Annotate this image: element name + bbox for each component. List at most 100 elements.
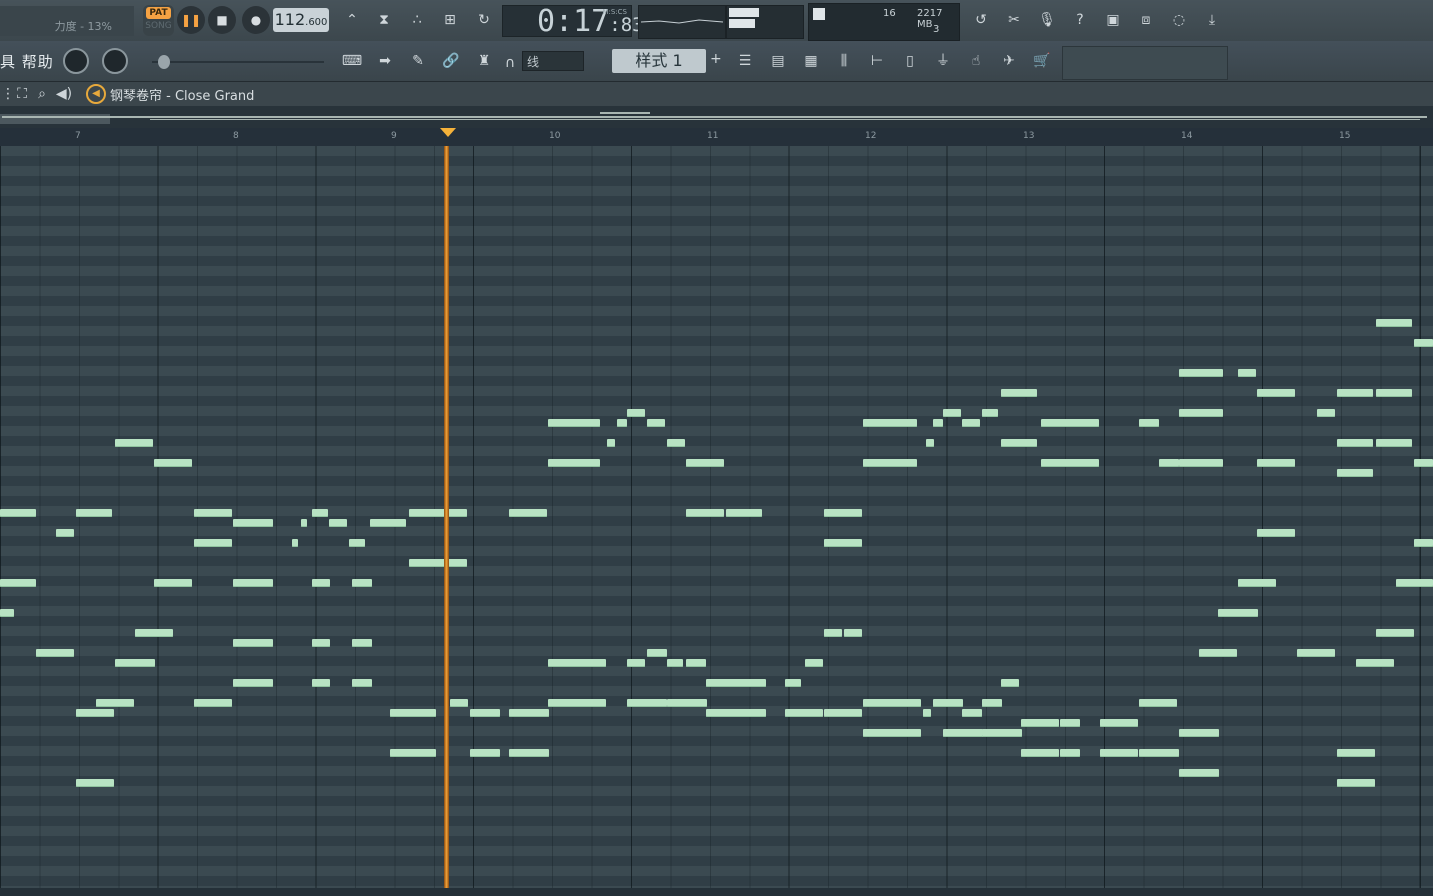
note[interactable] (726, 509, 762, 517)
render-icon[interactable]: ⧈ (1132, 6, 1160, 34)
note[interactable] (0, 609, 14, 617)
note[interactable] (1021, 719, 1059, 727)
note[interactable] (1060, 749, 1080, 757)
project-icon[interactable]: ▯ (896, 47, 924, 75)
note[interactable] (390, 709, 436, 717)
pattern-selector[interactable]: 样式 1 (612, 49, 706, 73)
playhead-marker[interactable] (440, 128, 456, 137)
note[interactable] (312, 639, 330, 647)
note[interactable] (115, 659, 155, 667)
note[interactable] (154, 579, 192, 587)
note[interactable] (1139, 699, 1177, 707)
note[interactable] (1041, 419, 1099, 427)
pat-song-toggle[interactable]: PAT SONG (143, 5, 174, 36)
note[interactable] (667, 699, 707, 707)
wait-icon[interactable]: ⧗ (370, 6, 398, 34)
note[interactable] (1001, 439, 1037, 447)
note[interactable] (1376, 439, 1412, 447)
speaker-icon[interactable]: ◀) (54, 80, 74, 108)
note[interactable] (36, 649, 74, 657)
note[interactable] (409, 559, 467, 567)
loop-record-icon[interactable]: ↻ (470, 6, 498, 34)
link-icon[interactable]: 🔗 (437, 47, 465, 75)
note[interactable] (982, 409, 998, 417)
note[interactable] (76, 509, 112, 517)
note[interactable] (509, 509, 547, 517)
note[interactable] (352, 579, 372, 587)
note[interactable] (1100, 749, 1138, 757)
playhead[interactable] (444, 146, 449, 888)
note[interactable] (923, 709, 931, 717)
time-display[interactable]: M:S:CS 0:17:83 (502, 5, 644, 38)
note[interactable] (115, 439, 153, 447)
recent-files-panel[interactable] (726, 5, 804, 39)
note[interactable] (1337, 439, 1373, 447)
note[interactable] (233, 679, 273, 687)
note[interactable] (1238, 579, 1276, 587)
note[interactable] (1179, 369, 1223, 377)
step-edit-icon[interactable]: ⊞ (436, 6, 464, 34)
note-grid[interactable] (0, 146, 1433, 888)
note[interactable] (667, 659, 683, 667)
note[interactable] (548, 659, 606, 667)
note[interactable] (706, 679, 766, 687)
note[interactable] (135, 629, 173, 637)
mic-icon[interactable]: 🎙 (1033, 6, 1061, 34)
note[interactable] (1414, 339, 1433, 347)
note[interactable] (329, 519, 347, 527)
note[interactable] (863, 419, 917, 427)
note[interactable] (1297, 649, 1335, 657)
scrollbar[interactable] (0, 888, 1433, 896)
note[interactable] (1179, 409, 1223, 417)
note[interactable] (1337, 749, 1375, 757)
note[interactable] (1356, 659, 1394, 667)
note[interactable] (1139, 419, 1159, 427)
note[interactable] (56, 529, 74, 537)
note[interactable] (1337, 389, 1373, 397)
note[interactable] (824, 509, 862, 517)
note[interactable] (1376, 629, 1414, 637)
note[interactable] (863, 729, 921, 737)
note[interactable] (509, 709, 549, 717)
download-icon[interactable]: ⤓ (1198, 6, 1226, 34)
cart-icon[interactable]: 🛒 (1028, 47, 1056, 75)
magnet-icon[interactable]: ∩ (500, 49, 520, 77)
note[interactable] (1001, 679, 1019, 687)
note[interactable] (509, 749, 549, 757)
note[interactable] (450, 699, 468, 707)
note[interactable] (1396, 579, 1433, 587)
note[interactable] (154, 459, 192, 467)
note[interactable] (312, 579, 330, 587)
note[interactable] (1100, 719, 1138, 727)
note[interactable] (962, 419, 980, 427)
note[interactable] (1041, 459, 1099, 467)
note[interactable] (312, 679, 330, 687)
note[interactable] (1414, 539, 1433, 547)
note[interactable] (1179, 729, 1219, 737)
mixer-icon[interactable]: ⫼ (830, 47, 858, 75)
piano-roll-title[interactable]: 钢琴卷帘 - Close Grand (110, 85, 254, 104)
time-ruler[interactable]: 7 8 9 10 11 12 13 14 15 (0, 128, 1433, 147)
keyboard-icon[interactable]: ⌨ (338, 47, 366, 75)
note[interactable] (627, 699, 667, 707)
pattern-overview[interactable] (0, 106, 1433, 128)
note[interactable] (647, 419, 665, 427)
note[interactable] (0, 509, 36, 517)
zoom-icon[interactable]: ⌕ (32, 80, 52, 108)
stop-button[interactable]: ■ (208, 6, 236, 34)
note[interactable] (1238, 369, 1256, 377)
note[interactable] (390, 749, 436, 757)
note[interactable] (926, 439, 934, 447)
note[interactable] (301, 519, 307, 527)
note[interactable] (1337, 779, 1375, 787)
note[interactable] (863, 699, 921, 707)
note[interactable] (349, 539, 365, 547)
note[interactable] (1159, 459, 1179, 467)
master-slider[interactable] (152, 55, 324, 69)
tempo-display[interactable]: 112.600 (273, 8, 329, 32)
note[interactable] (647, 649, 667, 657)
note[interactable] (96, 699, 134, 707)
note[interactable] (1376, 389, 1412, 397)
note[interactable] (627, 409, 645, 417)
note[interactable] (352, 679, 372, 687)
